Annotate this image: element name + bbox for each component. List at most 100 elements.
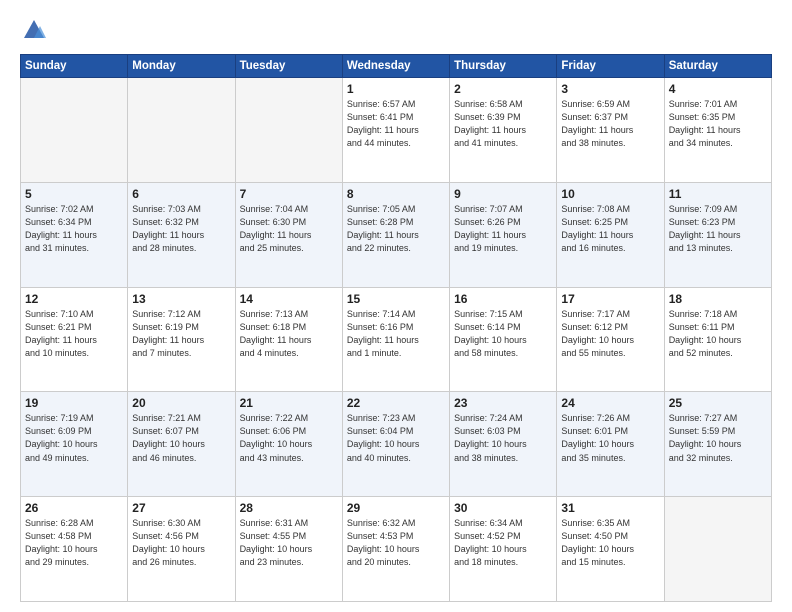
day-number: 10 xyxy=(561,187,659,201)
day-info: Sunrise: 7:01 AM Sunset: 6:35 PM Dayligh… xyxy=(669,98,767,150)
day-number: 25 xyxy=(669,396,767,410)
weekday-header-tuesday: Tuesday xyxy=(235,55,342,78)
calendar-cell: 14 Sunrise: 7:13 AM Sunset: 6:18 PM Dayli… xyxy=(235,287,342,392)
day-number: 29 xyxy=(347,501,445,515)
calendar-week-row: 26 Sunrise: 6:28 AM Sunset: 4:58 PM Dayli… xyxy=(21,497,772,602)
day-number: 4 xyxy=(669,82,767,96)
logo-icon xyxy=(20,16,48,44)
day-info: Sunrise: 7:17 AM Sunset: 6:12 PM Dayligh… xyxy=(561,308,659,360)
day-info: Sunrise: 6:57 AM Sunset: 6:41 PM Dayligh… xyxy=(347,98,445,150)
calendar-cell: 9 Sunrise: 7:07 AM Sunset: 6:26 PM Daylig… xyxy=(450,182,557,287)
day-info: Sunrise: 6:34 AM Sunset: 4:52 PM Dayligh… xyxy=(454,517,552,569)
day-info: Sunrise: 6:35 AM Sunset: 4:50 PM Dayligh… xyxy=(561,517,659,569)
day-number: 19 xyxy=(25,396,123,410)
day-number: 1 xyxy=(347,82,445,96)
day-info: Sunrise: 7:19 AM Sunset: 6:09 PM Dayligh… xyxy=(25,412,123,464)
weekday-header-saturday: Saturday xyxy=(664,55,771,78)
calendar-cell: 7 Sunrise: 7:04 AM Sunset: 6:30 PM Daylig… xyxy=(235,182,342,287)
calendar-cell: 3 Sunrise: 6:59 AM Sunset: 6:37 PM Daylig… xyxy=(557,78,664,183)
day-number: 24 xyxy=(561,396,659,410)
day-number: 16 xyxy=(454,292,552,306)
day-number: 20 xyxy=(132,396,230,410)
day-info: Sunrise: 7:09 AM Sunset: 6:23 PM Dayligh… xyxy=(669,203,767,255)
day-number: 23 xyxy=(454,396,552,410)
day-number: 27 xyxy=(132,501,230,515)
day-info: Sunrise: 6:28 AM Sunset: 4:58 PM Dayligh… xyxy=(25,517,123,569)
day-info: Sunrise: 7:21 AM Sunset: 6:07 PM Dayligh… xyxy=(132,412,230,464)
day-info: Sunrise: 7:05 AM Sunset: 6:28 PM Dayligh… xyxy=(347,203,445,255)
day-info: Sunrise: 7:08 AM Sunset: 6:25 PM Dayligh… xyxy=(561,203,659,255)
calendar-week-row: 19 Sunrise: 7:19 AM Sunset: 6:09 PM Dayli… xyxy=(21,392,772,497)
calendar-cell: 28 Sunrise: 6:31 AM Sunset: 4:55 PM Dayli… xyxy=(235,497,342,602)
page: SundayMondayTuesdayWednesdayThursdayFrid… xyxy=(0,0,792,612)
calendar-cell xyxy=(128,78,235,183)
day-info: Sunrise: 7:24 AM Sunset: 6:03 PM Dayligh… xyxy=(454,412,552,464)
day-number: 11 xyxy=(669,187,767,201)
weekday-header-wednesday: Wednesday xyxy=(342,55,449,78)
calendar-cell: 21 Sunrise: 7:22 AM Sunset: 6:06 PM Dayli… xyxy=(235,392,342,497)
calendar-table: SundayMondayTuesdayWednesdayThursdayFrid… xyxy=(20,54,772,602)
calendar-cell: 29 Sunrise: 6:32 AM Sunset: 4:53 PM Dayli… xyxy=(342,497,449,602)
calendar-cell: 5 Sunrise: 7:02 AM Sunset: 6:34 PM Daylig… xyxy=(21,182,128,287)
day-number: 3 xyxy=(561,82,659,96)
day-info: Sunrise: 6:59 AM Sunset: 6:37 PM Dayligh… xyxy=(561,98,659,150)
day-info: Sunrise: 7:07 AM Sunset: 6:26 PM Dayligh… xyxy=(454,203,552,255)
day-info: Sunrise: 7:10 AM Sunset: 6:21 PM Dayligh… xyxy=(25,308,123,360)
weekday-header-friday: Friday xyxy=(557,55,664,78)
day-info: Sunrise: 7:18 AM Sunset: 6:11 PM Dayligh… xyxy=(669,308,767,360)
day-info: Sunrise: 7:12 AM Sunset: 6:19 PM Dayligh… xyxy=(132,308,230,360)
day-info: Sunrise: 7:23 AM Sunset: 6:04 PM Dayligh… xyxy=(347,412,445,464)
calendar-cell: 18 Sunrise: 7:18 AM Sunset: 6:11 PM Dayli… xyxy=(664,287,771,392)
day-number: 8 xyxy=(347,187,445,201)
day-number: 31 xyxy=(561,501,659,515)
weekday-header-monday: Monday xyxy=(128,55,235,78)
calendar-cell: 10 Sunrise: 7:08 AM Sunset: 6:25 PM Dayli… xyxy=(557,182,664,287)
calendar-cell: 22Sunrise: 7:23 AM Sunset: 6:04 PM Dayli… xyxy=(342,392,449,497)
day-info: Sunrise: 7:13 AM Sunset: 6:18 PM Dayligh… xyxy=(240,308,338,360)
day-number: 15 xyxy=(347,292,445,306)
day-number: 26 xyxy=(25,501,123,515)
day-number: 5 xyxy=(25,187,123,201)
calendar-cell xyxy=(235,78,342,183)
calendar-cell: 19 Sunrise: 7:19 AM Sunset: 6:09 PM Dayli… xyxy=(21,392,128,497)
calendar-cell: 2Sunrise: 6:58 AM Sunset: 6:39 PM Daylig… xyxy=(450,78,557,183)
calendar-cell: 1 Sunrise: 6:57 AM Sunset: 6:41 PM Daylig… xyxy=(342,78,449,183)
day-number: 21 xyxy=(240,396,338,410)
day-number: 18 xyxy=(669,292,767,306)
calendar-cell: 15 Sunrise: 7:14 AM Sunset: 6:16 PM Dayli… xyxy=(342,287,449,392)
weekday-header-sunday: Sunday xyxy=(21,55,128,78)
calendar-cell: 4 Sunrise: 7:01 AM Sunset: 6:35 PM Daylig… xyxy=(664,78,771,183)
day-info: Sunrise: 7:15 AM Sunset: 6:14 PM Dayligh… xyxy=(454,308,552,360)
calendar-cell xyxy=(664,497,771,602)
logo xyxy=(20,16,52,44)
calendar-week-row: 1 Sunrise: 6:57 AM Sunset: 6:41 PM Daylig… xyxy=(21,78,772,183)
day-number: 9 xyxy=(454,187,552,201)
day-info: Sunrise: 7:04 AM Sunset: 6:30 PM Dayligh… xyxy=(240,203,338,255)
day-number: 17 xyxy=(561,292,659,306)
day-info: Sunrise: 6:30 AM Sunset: 4:56 PM Dayligh… xyxy=(132,517,230,569)
calendar-cell: 17 Sunrise: 7:17 AM Sunset: 6:12 PM Dayli… xyxy=(557,287,664,392)
day-info: Sunrise: 6:32 AM Sunset: 4:53 PM Dayligh… xyxy=(347,517,445,569)
day-info: Sunrise: 7:26 AM Sunset: 6:01 PM Dayligh… xyxy=(561,412,659,464)
calendar-cell: 27 Sunrise: 6:30 AM Sunset: 4:56 PM Dayli… xyxy=(128,497,235,602)
day-info: Sunrise: 7:22 AM Sunset: 6:06 PM Dayligh… xyxy=(240,412,338,464)
day-number: 14 xyxy=(240,292,338,306)
day-info: Sunrise: 6:58 AM Sunset: 6:39 PM Dayligh… xyxy=(454,98,552,150)
weekday-header-thursday: Thursday xyxy=(450,55,557,78)
calendar-cell: 31 Sunrise: 6:35 AM Sunset: 4:50 PM Dayli… xyxy=(557,497,664,602)
calendar-cell: 6Sunrise: 7:03 AM Sunset: 6:32 PM Daylig… xyxy=(128,182,235,287)
weekday-header-row: SundayMondayTuesdayWednesdayThursdayFrid… xyxy=(21,55,772,78)
calendar-cell: 25Sunrise: 7:27 AM Sunset: 5:59 PM Dayli… xyxy=(664,392,771,497)
calendar-cell: 11 Sunrise: 7:09 AM Sunset: 6:23 PM Dayli… xyxy=(664,182,771,287)
day-info: Sunrise: 7:03 AM Sunset: 6:32 PM Dayligh… xyxy=(132,203,230,255)
day-info: Sunrise: 7:14 AM Sunset: 6:16 PM Dayligh… xyxy=(347,308,445,360)
day-number: 30 xyxy=(454,501,552,515)
calendar-cell: 13Sunrise: 7:12 AM Sunset: 6:19 PM Dayli… xyxy=(128,287,235,392)
day-info: Sunrise: 7:02 AM Sunset: 6:34 PM Dayligh… xyxy=(25,203,123,255)
day-info: Sunrise: 6:31 AM Sunset: 4:55 PM Dayligh… xyxy=(240,517,338,569)
header xyxy=(20,16,772,44)
calendar-week-row: 5 Sunrise: 7:02 AM Sunset: 6:34 PM Daylig… xyxy=(21,182,772,287)
day-number: 28 xyxy=(240,501,338,515)
day-number: 7 xyxy=(240,187,338,201)
calendar-cell: 30 Sunrise: 6:34 AM Sunset: 4:52 PM Dayli… xyxy=(450,497,557,602)
